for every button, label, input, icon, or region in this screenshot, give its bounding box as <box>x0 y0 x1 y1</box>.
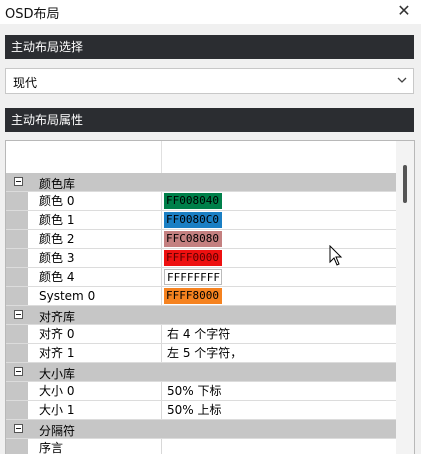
property-name: 对齐 1 <box>28 344 162 362</box>
category-label: 对齐库 <box>39 310 76 324</box>
property-name: System 0 <box>28 287 162 305</box>
property-row[interactable]: 对齐 1 左 5 个字符， <box>6 344 396 363</box>
property-name: 颜色 4 <box>28 268 162 286</box>
property-grid-empty-area <box>6 141 396 173</box>
collapse-icon[interactable] <box>14 424 23 433</box>
property-value[interactable]: 50% 下标 <box>163 382 400 400</box>
layout-select-value: 现代 <box>13 76 38 90</box>
property-row[interactable]: System 0 FFFF8000 <box>6 287 396 306</box>
property-value[interactable]: 左 5 个字符， <box>163 344 400 362</box>
property-row[interactable]: 颜色 1 FF0080C0 <box>6 211 396 230</box>
property-name: 颜色 0 <box>28 192 162 210</box>
property-name: 大小 0 <box>28 382 162 400</box>
property-name: 颜色 3 <box>28 249 162 267</box>
property-row[interactable]: 大小 0 50% 下标 <box>6 382 396 401</box>
collapse-icon[interactable] <box>14 177 23 186</box>
property-row[interactable]: 对齐 0 右 4 个字符 <box>6 325 396 344</box>
property-value[interactable]: 50% 上标 <box>163 401 400 419</box>
property-row[interactable]: 大小 1 50% 上标 <box>6 401 396 420</box>
vertical-scrollbar[interactable] <box>396 141 414 454</box>
color-swatch[interactable]: FF008040 <box>164 193 222 209</box>
section-header-layout-select: 主动布局选择 <box>5 35 414 59</box>
collapse-icon[interactable] <box>14 367 23 376</box>
property-name: 颜色 1 <box>28 211 162 229</box>
category-label: 大小库 <box>39 367 76 381</box>
section-header-layout-properties: 主动布局属性 <box>5 108 414 132</box>
property-name: 颜色 2 <box>28 230 162 248</box>
color-swatch[interactable]: FFFFFFFF <box>164 269 222 285</box>
property-name: 序言 <box>28 439 162 454</box>
color-swatch[interactable]: FFC08080 <box>164 231 222 247</box>
property-row[interactable]: 颜色 4 FFFFFFFF <box>6 268 396 287</box>
category-row-color-lib[interactable]: 颜色库 <box>6 173 396 192</box>
chevron-down-icon[interactable] <box>395 72 409 88</box>
property-value[interactable]: 右 4 个字符 <box>163 325 400 343</box>
category-row-separator[interactable]: 分隔符 <box>6 420 396 439</box>
window-title: OSD布局 <box>5 7 60 22</box>
category-label: 颜色库 <box>39 177 76 191</box>
category-label: 分隔符 <box>39 424 76 438</box>
property-grid: 颜色库 颜色 0 FF008040 颜色 1 FF0080C0 颜色 2 FFC… <box>5 140 415 454</box>
category-row-size-lib[interactable]: 大小库 <box>6 363 396 382</box>
mouse-pointer-icon <box>329 245 343 266</box>
close-icon[interactable]: ✕ <box>395 1 413 21</box>
color-swatch[interactable]: FFFF8000 <box>164 288 222 304</box>
property-value[interactable] <box>163 439 400 454</box>
collapse-icon[interactable] <box>14 310 23 319</box>
category-row-align-lib[interactable]: 对齐库 <box>6 306 396 325</box>
layout-select[interactable]: 现代 <box>5 68 414 94</box>
property-row[interactable]: 颜色 0 FF008040 <box>6 192 396 211</box>
property-name: 大小 1 <box>28 401 162 419</box>
color-swatch[interactable]: FF0080C0 <box>164 212 222 228</box>
color-swatch[interactable]: FFFF0000 <box>164 250 222 266</box>
title-bar: OSD布局 ✕ <box>0 0 421 24</box>
scrollbar-thumb[interactable] <box>403 165 407 203</box>
property-name: 对齐 0 <box>28 325 162 343</box>
property-row[interactable]: 序言 <box>6 439 396 454</box>
